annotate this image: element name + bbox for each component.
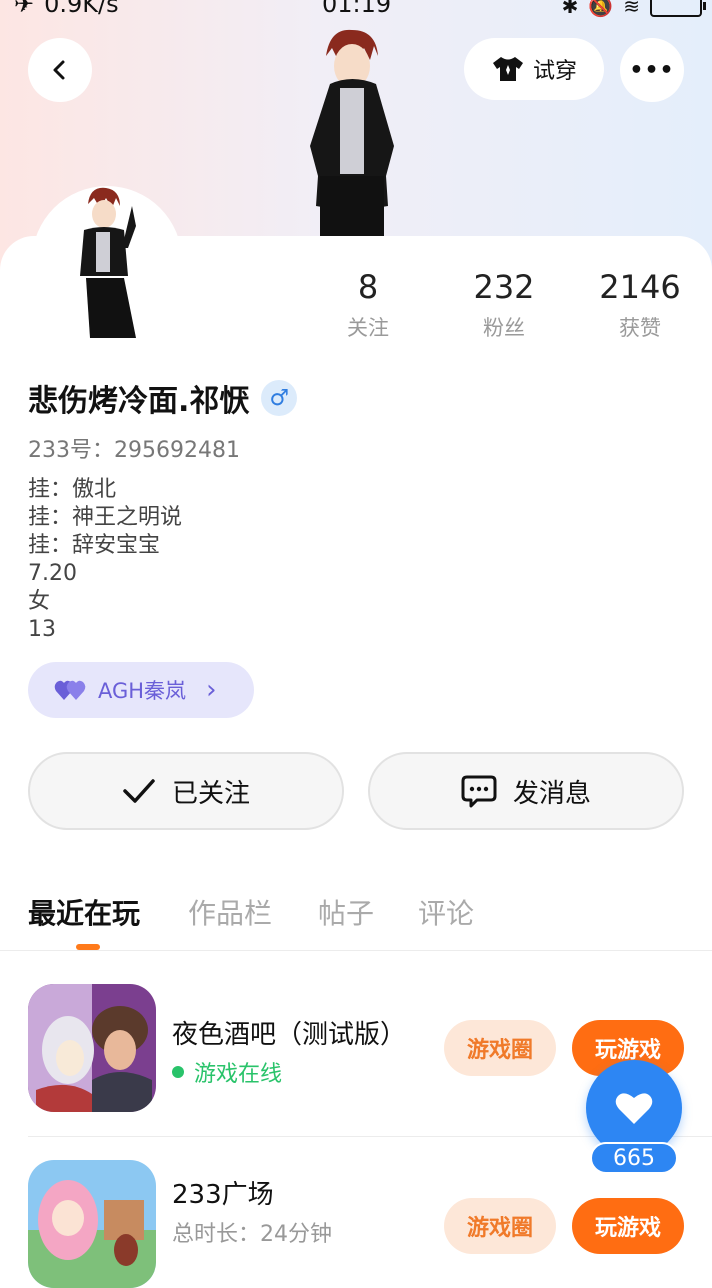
following-label: 关注 <box>347 316 389 340</box>
user-id[interactable]: 233号：295692481 <box>28 432 240 464</box>
fans-count: 232 <box>473 268 535 306</box>
tshirt-icon <box>492 57 523 81</box>
bio-line: 13 <box>28 617 56 642</box>
followed-button[interactable]: 已关注 <box>28 752 344 830</box>
likes-received-label: 获赞 <box>619 316 661 340</box>
try-on-label: 试穿 <box>532 59 577 84</box>
tab-posts[interactable]: 帖子 <box>318 892 374 932</box>
bio-line: 挂：辞安宝宝 <box>28 533 161 558</box>
avatar-3d-full <box>310 29 394 238</box>
more-dots-icon: ••• <box>629 57 675 83</box>
following-count: 8 <box>357 268 379 306</box>
male-gender-icon: ♂ <box>261 380 298 416</box>
profile-name: 悲伤烤冷面.祁恹 <box>28 384 250 419</box>
bio-line: 7.20 <box>28 561 77 586</box>
profile-bio: 挂：傲北 挂：神王之明说 挂：辞安宝宝 7.20 女 13 <box>28 476 182 644</box>
chevron-right-icon: › <box>206 675 217 705</box>
avatar-3d-thumbnail <box>80 187 136 338</box>
following-stat[interactable]: 8 关注 <box>308 268 428 342</box>
checkmark-icon <box>123 779 155 803</box>
game-circle-button[interactable]: 游戏圈 <box>444 1198 556 1254</box>
chevron-left-icon <box>53 60 65 80</box>
back-button[interactable] <box>28 38 92 102</box>
double-heart-icon <box>54 680 86 700</box>
tab-recently-played[interactable]: 最近在玩 <box>28 892 140 932</box>
game-playtime-text: 总时长：24分钟 <box>172 1222 332 1247</box>
more-options-button[interactable]: ••• <box>620 38 684 102</box>
followed-label: 已关注 <box>171 778 250 809</box>
game-title: 夜色酒吧（测试版） <box>172 1020 407 1050</box>
send-message-button[interactable]: 发消息 <box>368 752 684 830</box>
tab-comments[interactable]: 评论 <box>418 892 474 932</box>
send-message-label: 发消息 <box>512 778 591 809</box>
tab-active-indicator <box>76 944 100 950</box>
cp-partner-pill[interactable]: AGH秦岚 › <box>28 662 254 718</box>
mute-icon: 🔕 <box>588 0 614 18</box>
status-left: ✈ 0.9K/s <box>14 0 119 18</box>
game-circle-button[interactable]: 游戏圈 <box>444 1020 556 1076</box>
play-game-button[interactable]: 玩游戏 <box>572 1198 684 1254</box>
fans-label: 粉丝 <box>483 316 525 340</box>
likes-received-count: 2146 <box>599 268 681 306</box>
chat-bubble-icon <box>461 775 497 808</box>
network-speed: 0.9K/s <box>44 0 119 18</box>
bio-line: 挂：傲北 <box>28 477 117 502</box>
game-online-text: 游戏在线 <box>194 1062 283 1087</box>
online-dot-icon <box>172 1066 184 1078</box>
like-count-badge: 665 <box>590 1142 678 1174</box>
status-bar: ✈ 0.9K/s 01:19 ✱ 🔕 ≋ <box>0 0 712 20</box>
bluetooth-icon: ✱ <box>561 0 579 18</box>
cp-partner-name: AGH秦岚 <box>98 679 187 703</box>
tab-works[interactable]: 作品栏 <box>188 892 272 932</box>
battery-icon <box>650 0 706 17</box>
profile-tabs: 最近在玩 作品栏 帖子 评论 <box>0 884 712 951</box>
game-icon-nightclub[interactable] <box>28 984 156 1112</box>
game-icon-233-plaza[interactable] <box>28 1160 156 1288</box>
airplane-icon: ✈ <box>14 0 35 18</box>
wifi-icon: ≋ <box>623 0 640 18</box>
try-on-button[interactable]: 试穿 <box>464 38 604 100</box>
bio-line: 挂：神王之明说 <box>28 505 183 530</box>
game-title: 233广场 <box>172 1180 274 1210</box>
list-item[interactable]: 233广场 总时长：24分钟 游戏圈 玩游戏 <box>0 1160 712 1288</box>
profile-name-row: 悲伤烤冷面.祁恹 ♂ <box>28 376 298 420</box>
likes-stat[interactable]: 2146 获赞 <box>580 268 700 342</box>
status-right: ✱ 🔕 ≋ <box>561 0 706 18</box>
game-status: 游戏在线 <box>172 1056 282 1088</box>
fans-stat[interactable]: 232 粉丝 <box>444 268 564 342</box>
game-playtime: 总时长：24分钟 <box>172 1216 332 1248</box>
bio-line: 女 <box>28 589 51 614</box>
heart-icon <box>615 1093 653 1124</box>
clock: 01:19 <box>322 0 392 18</box>
avatar[interactable] <box>32 186 182 346</box>
